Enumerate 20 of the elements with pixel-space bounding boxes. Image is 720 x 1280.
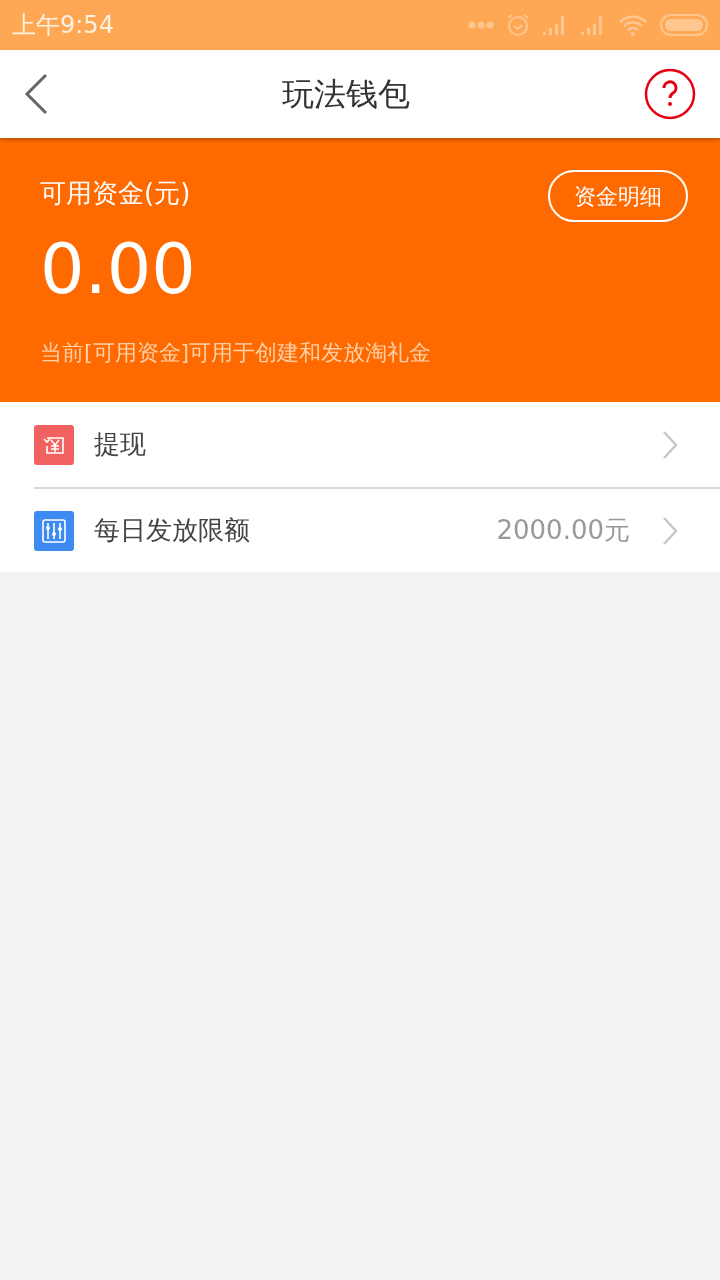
- alarm-icon: [506, 13, 530, 37]
- balance-note: 当前[可用资金]可用于创建和发放淘礼金: [40, 339, 433, 367]
- more-dots-icon: [468, 21, 494, 29]
- menu-label: 提现: [94, 428, 147, 461]
- menu-item[interactable]: 提现: [0, 402, 720, 487]
- help-icon[interactable]: [644, 68, 696, 120]
- sliders-icon: [34, 510, 74, 551]
- menu-label: 每日发放限额: [94, 514, 251, 547]
- status-time: 上午9:54: [12, 10, 114, 41]
- balance-amount: 0.00: [40, 234, 197, 304]
- menu-value: 2000.00元: [496, 514, 630, 547]
- withdraw-icon: [34, 424, 74, 465]
- wifi-icon: [618, 14, 648, 36]
- back-icon[interactable]: [24, 73, 48, 115]
- chevron-icon: [662, 515, 678, 546]
- menu-item[interactable]: 每日发放限额 2000.00元: [34, 487, 720, 572]
- balance-label: 可用资金(元): [40, 177, 191, 210]
- battery-icon: [660, 14, 708, 36]
- chevron-icon: [662, 429, 678, 460]
- page-title: 玩法钱包: [281, 74, 411, 115]
